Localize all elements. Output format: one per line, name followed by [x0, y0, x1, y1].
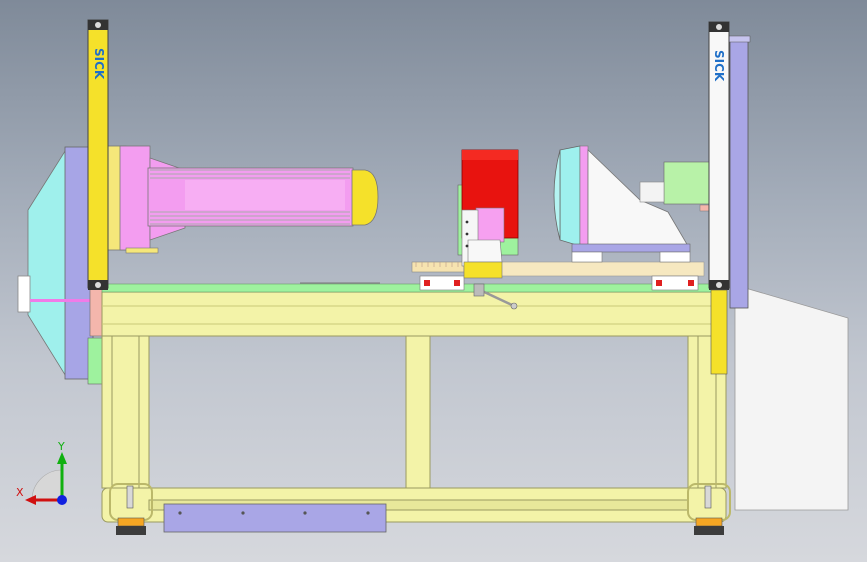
right-yellow-strip: [710, 289, 728, 375]
left-white-tab: [17, 275, 31, 313]
right-tower-brand-label: SICK: [712, 50, 726, 82]
left-cyan-hood: [27, 146, 68, 380]
coordinate-triad-graphic: [25, 452, 67, 505]
base-frame: [101, 291, 727, 523]
left-green-block: [87, 337, 103, 385]
left-tower-brand-label: SICK: [92, 48, 106, 80]
bottom-lavender-plate: [163, 503, 387, 533]
ruler: [411, 261, 465, 273]
right-lavender-post: [729, 37, 749, 309]
machine-model: [17, 19, 849, 535]
right-white-panel: [734, 284, 849, 511]
cad-viewport[interactable]: SICK SICK X Y: [0, 0, 867, 562]
green-rail: [101, 283, 715, 293]
x-axis-label: X: [16, 486, 24, 499]
pink-cylinder: [103, 145, 379, 254]
y-axis-label: Y: [58, 440, 65, 453]
left-pink-strip: [30, 299, 94, 302]
